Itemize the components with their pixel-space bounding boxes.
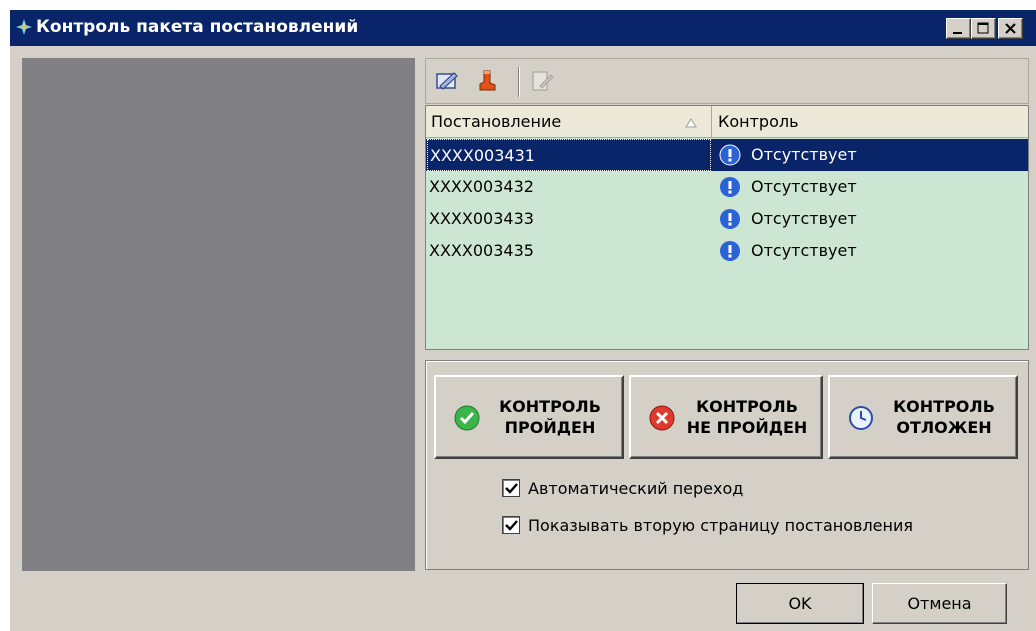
error-circle-icon bbox=[649, 405, 675, 431]
maximize-button[interactable] bbox=[971, 18, 996, 39]
document-preview-pane bbox=[22, 58, 415, 571]
row-id: XXXX003433 bbox=[429, 209, 534, 228]
resolutions-table[interactable]: Постановление Контроль XXXX003431 Отсутс… bbox=[425, 105, 1029, 350]
close-button[interactable] bbox=[998, 18, 1023, 39]
document-disabled-icon bbox=[532, 71, 554, 91]
column-header-resolution[interactable]: Постановление bbox=[426, 106, 712, 137]
dialog-window: Контроль пакета постановлений Постановле… bbox=[10, 10, 1036, 631]
control-failed-label: КОНТРОЛЬ НЕ ПРОЙДЕН bbox=[686, 397, 808, 437]
row-status: Отсутствует bbox=[751, 177, 857, 196]
show-second-page-label: Показывать вторую страницу постановления bbox=[528, 516, 914, 535]
control-postponed-button[interactable]: КОНТРОЛЬ ОТЛОЖЕН bbox=[828, 375, 1018, 459]
row-status: Отсутствует bbox=[751, 145, 857, 164]
toolbar-separator bbox=[518, 67, 520, 97]
title-bar[interactable]: Контроль пакета постановлений bbox=[10, 10, 1036, 46]
row-status: Отсутствует bbox=[751, 209, 857, 228]
row-id: XXXX003431 bbox=[427, 139, 711, 171]
control-passed-label: КОНТРОЛЬ ПРОЙДЕН bbox=[499, 397, 601, 437]
control-postponed-label: КОНТРОЛЬ ОТЛОЖЕН bbox=[893, 397, 995, 437]
boot-icon[interactable] bbox=[474, 68, 500, 94]
minimize-icon bbox=[953, 32, 962, 34]
maximize-icon bbox=[977, 22, 989, 34]
table-row[interactable]: XXXX003433 Отсутствует bbox=[426, 203, 1028, 235]
table-header: Постановление Контроль bbox=[426, 106, 1028, 138]
table-row[interactable]: XXXX003435 Отсутствует bbox=[426, 235, 1028, 267]
window-title: Контроль пакета постановлений bbox=[36, 17, 359, 37]
cancel-button[interactable]: Отмена bbox=[872, 583, 1007, 624]
row-status: Отсутствует bbox=[751, 241, 857, 260]
ok-button[interactable]: OK bbox=[736, 583, 864, 624]
minimize-button[interactable] bbox=[946, 18, 971, 39]
toolbar bbox=[425, 58, 1029, 104]
edit-icon[interactable] bbox=[434, 68, 460, 94]
clock-icon bbox=[849, 406, 873, 430]
control-failed-button[interactable]: КОНТРОЛЬ НЕ ПРОЙДЕН bbox=[629, 375, 823, 459]
table-row[interactable]: XXXX003432 Отсутствует bbox=[426, 171, 1028, 203]
auto-next-label: Автоматический переход bbox=[528, 479, 744, 498]
row-id: XXXX003435 bbox=[429, 241, 534, 260]
check-circle-icon bbox=[454, 405, 480, 431]
app-icon bbox=[16, 19, 32, 35]
checkmark-icon bbox=[505, 520, 518, 531]
sort-ascending-icon bbox=[685, 118, 697, 128]
table-row[interactable]: XXXX003431 Отсутствует bbox=[426, 139, 1028, 171]
column-label-resolution: Постановление bbox=[431, 112, 562, 131]
control-passed-button[interactable]: КОНТРОЛЬ ПРОЙДЕН bbox=[434, 375, 624, 459]
warning-icon bbox=[720, 209, 740, 229]
warning-icon bbox=[719, 144, 741, 166]
auto-next-checkbox[interactable] bbox=[502, 479, 520, 497]
column-header-control[interactable]: Контроль bbox=[713, 106, 1028, 137]
warning-icon bbox=[720, 241, 740, 261]
show-second-page-checkbox[interactable] bbox=[502, 516, 520, 534]
row-id: XXXX003432 bbox=[429, 177, 534, 196]
control-panel: КОНТРОЛЬ ПРОЙДЕН КОНТРОЛЬ НЕ ПРОЙДЕН КОН… bbox=[425, 360, 1029, 570]
column-label-control: Контроль bbox=[718, 112, 799, 131]
close-icon bbox=[1005, 23, 1016, 34]
checkmark-icon bbox=[505, 483, 518, 494]
warning-icon bbox=[720, 177, 740, 197]
